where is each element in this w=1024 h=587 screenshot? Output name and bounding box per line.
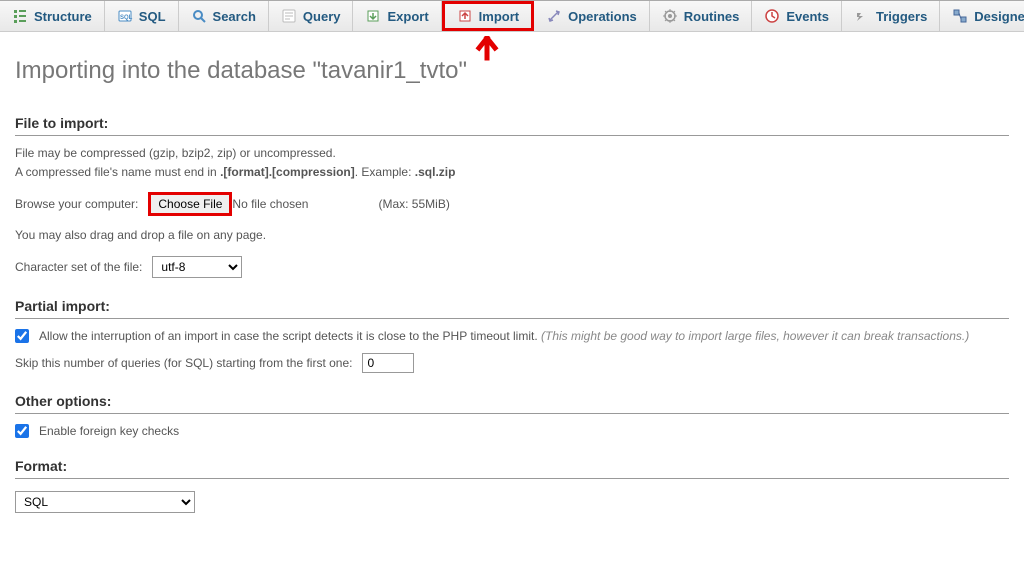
section-partial-title: Partial import:	[15, 298, 1009, 319]
allow-interrupt-label: Allow the interruption of an import in c…	[39, 329, 969, 343]
file-help-line1: File may be compressed (gzip, bzip2, zip…	[15, 146, 336, 160]
no-file-chosen: No file chosen	[232, 197, 308, 211]
fk-label: Enable foreign key checks	[39, 424, 179, 438]
allow-interrupt-row: Allow the interruption of an import in c…	[15, 329, 1009, 343]
skip-row: Skip this number of queries (for SQL) st…	[15, 353, 1009, 373]
browse-row: Browse your computer: Choose FileNo file…	[15, 192, 1009, 216]
tab-designer[interactable]: Designer	[940, 1, 1024, 31]
events-icon	[764, 8, 780, 24]
tab-label: SQL	[139, 9, 166, 24]
charset-select[interactable]: utf-8	[152, 256, 242, 278]
charset-row: Character set of the file: utf-8	[15, 256, 1009, 278]
fk-row: Enable foreign key checks	[15, 424, 1009, 438]
allow-interrupt-checkbox[interactable]	[15, 329, 29, 343]
operations-icon	[546, 8, 562, 24]
format-select[interactable]: SQL	[15, 491, 195, 513]
tab-label: Routines	[684, 9, 740, 24]
file-help-example: .sql.zip	[415, 165, 456, 179]
tab-bar: Structure SQL SQL Search Query Export Im…	[0, 0, 1024, 32]
tab-export[interactable]: Export	[353, 1, 441, 31]
structure-icon	[12, 8, 28, 24]
max-size: (Max: 55MiB)	[378, 197, 449, 211]
tab-label: Structure	[34, 9, 92, 24]
triggers-icon	[854, 8, 870, 24]
annotation-arrow-icon	[472, 36, 502, 69]
drag-drop-hint: You may also drag and drop a file on any…	[15, 226, 1009, 245]
file-help-line2-prefix: A compressed file's name must end in	[15, 165, 220, 179]
choose-file-button[interactable]: Choose File	[148, 192, 232, 216]
search-icon	[191, 8, 207, 24]
section-file-title: File to import:	[15, 115, 1009, 136]
browse-label: Browse your computer:	[15, 197, 138, 211]
tab-events[interactable]: Events	[752, 1, 842, 31]
file-help-mid: . Example:	[355, 165, 415, 179]
tab-sql[interactable]: SQL SQL	[105, 1, 179, 31]
tab-label: Query	[303, 9, 341, 24]
page-title: Importing into the database "tavanir1_tv…	[15, 57, 1009, 85]
skip-label: Skip this number of queries (for SQL) st…	[15, 356, 352, 370]
tab-query[interactable]: Query	[269, 1, 354, 31]
skip-input[interactable]	[362, 353, 414, 373]
fk-checkbox[interactable]	[15, 424, 29, 438]
designer-icon	[952, 8, 968, 24]
tab-label: Events	[786, 9, 829, 24]
tab-structure[interactable]: Structure	[0, 1, 105, 31]
tab-label: Designer	[974, 9, 1024, 24]
section-other-title: Other options:	[15, 393, 1009, 414]
tab-label: Export	[387, 9, 428, 24]
tab-operations[interactable]: Operations	[534, 1, 650, 31]
svg-text:SQL: SQL	[120, 15, 133, 21]
allow-interrupt-text: Allow the interruption of an import in c…	[39, 329, 541, 343]
tab-routines[interactable]: Routines	[650, 1, 753, 31]
tab-triggers[interactable]: Triggers	[842, 1, 940, 31]
tab-search[interactable]: Search	[179, 1, 269, 31]
tab-label: Import	[479, 9, 519, 24]
file-help-format: .[format].[compression]	[220, 165, 355, 179]
tab-label: Search	[213, 9, 256, 24]
export-icon	[365, 8, 381, 24]
routines-icon	[662, 8, 678, 24]
file-help: File may be compressed (gzip, bzip2, zip…	[15, 144, 1009, 182]
main-content: Importing into the database "tavanir1_tv…	[0, 32, 1024, 528]
tab-label: Triggers	[876, 9, 927, 24]
query-icon	[281, 8, 297, 24]
sql-icon: SQL	[117, 8, 133, 24]
charset-label: Character set of the file:	[15, 260, 142, 274]
import-icon	[457, 8, 473, 24]
allow-interrupt-note: (This might be good way to import large …	[541, 329, 969, 343]
tab-import[interactable]: Import	[442, 1, 534, 31]
tab-label: Operations	[568, 9, 637, 24]
section-format-title: Format:	[15, 458, 1009, 479]
